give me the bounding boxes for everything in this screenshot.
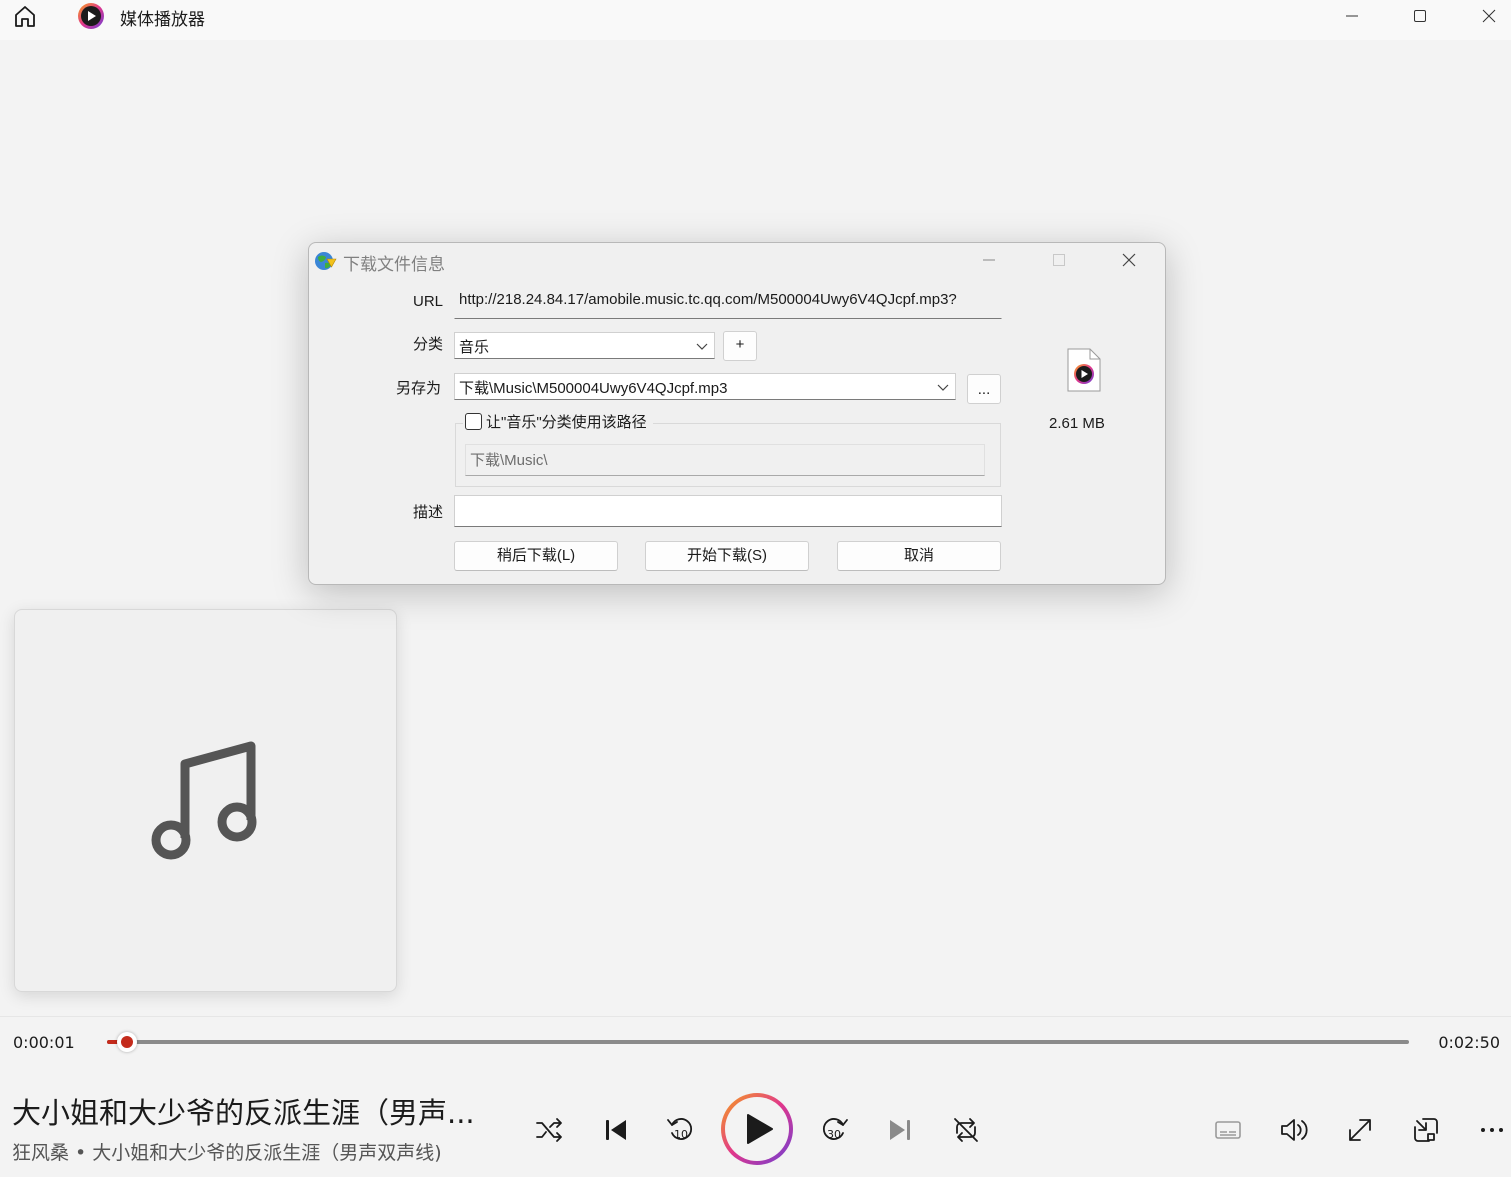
rewind-10-button[interactable]: 10 (664, 1112, 698, 1146)
use-category-path-label: 让"音乐"分类使用该路径 (486, 414, 647, 431)
url-field[interactable]: http://218.24.84.17/amobile.music.tc.qq.… (454, 287, 1002, 319)
play-icon (721, 1093, 793, 1165)
minimize-icon (983, 259, 995, 261)
dialog-close-button[interactable] (1109, 247, 1149, 273)
category-label: 分类 (412, 336, 443, 353)
save-as-path-value: 下载\Music\M500004Uwy6V4QJcpf.mp3 (459, 380, 728, 397)
captions-icon (1215, 1121, 1241, 1139)
media-file-icon (1066, 347, 1102, 393)
minimize-icon (1346, 15, 1358, 17)
forward-30-button[interactable]: 30 (817, 1112, 851, 1146)
dialog-titlebar: 下载文件信息 (309, 243, 1165, 277)
current-time: 0:00:01 (13, 1033, 75, 1052)
use-category-path-checkbox-row[interactable]: 让"音乐"分类使用该路径 (463, 411, 653, 432)
shuffle-icon (536, 1118, 562, 1142)
volume-icon (1281, 1119, 1308, 1141)
music-note-icon (151, 741, 257, 860)
category-select-value: 音乐 (459, 339, 490, 356)
captions-button (1212, 1114, 1244, 1146)
app-title: 媒体播放器 (120, 10, 205, 30)
maximize-button[interactable] (1397, 0, 1443, 32)
svg-text:30: 30 (827, 1128, 841, 1141)
dialog-maximize-button (1039, 247, 1079, 273)
repeat-button[interactable] (949, 1113, 983, 1147)
close-icon (1482, 9, 1496, 23)
download-later-button[interactable]: 稍后下载(L) (454, 541, 618, 571)
svg-text:10: 10 (674, 1128, 688, 1141)
next-button[interactable] (884, 1114, 916, 1146)
mini-player-icon (1414, 1118, 1438, 1142)
download-manager-globe-icon (313, 249, 337, 273)
song-artist-album: 狂风桑 • 大小姐和大少爷的反派生涯（男声双声线) (12, 1142, 442, 1164)
url-label: URL (412, 293, 443, 310)
save-as-path-select[interactable]: 下载\Music\M500004Uwy6V4QJcpf.mp3 (454, 373, 956, 400)
category-select[interactable]: 音乐 (454, 332, 715, 359)
media-player-logo-icon (77, 2, 105, 30)
dialog-title: 下载文件信息 (343, 255, 445, 274)
seek-bar-thumb[interactable] (117, 1032, 137, 1052)
album-art (14, 609, 397, 992)
previous-button[interactable] (600, 1114, 632, 1146)
more-icon (1481, 1128, 1503, 1132)
previous-icon (606, 1120, 626, 1140)
chevron-down-icon (696, 343, 708, 350)
maximize-icon (1053, 254, 1065, 266)
rewind-10-icon: 10 (667, 1118, 692, 1141)
play-button[interactable] (719, 1091, 795, 1167)
description-label: 描述 (412, 504, 443, 521)
song-title: 大小姐和大少爷的反派生涯（男声... (12, 1096, 475, 1130)
add-category-button[interactable]: + (723, 331, 757, 361)
mini-player-button[interactable] (1410, 1114, 1442, 1146)
description-field[interactable] (454, 495, 1002, 527)
browse-button[interactable]: ... (967, 374, 1001, 404)
fullscreen-button[interactable] (1344, 1114, 1376, 1146)
save-as-label: 另存为 (395, 380, 441, 397)
total-time: 0:02:50 (1438, 1033, 1500, 1052)
forward-30-icon: 30 (823, 1118, 848, 1141)
start-download-button[interactable]: 开始下载(S) (645, 541, 809, 571)
use-category-path-checkbox[interactable] (465, 413, 482, 430)
file-size: 2.61 MB (1049, 415, 1105, 432)
app-titlebar: 媒体播放器 (0, 0, 1511, 40)
cancel-button[interactable]: 取消 (837, 541, 1001, 571)
dialog-minimize-button[interactable] (969, 247, 1009, 273)
seek-bar[interactable] (107, 1040, 1409, 1044)
shuffle-button[interactable] (533, 1114, 565, 1146)
close-icon (1122, 253, 1136, 267)
volume-button[interactable] (1277, 1113, 1311, 1147)
category-path-field: 下载\Music\ (465, 444, 985, 476)
close-button[interactable] (1466, 0, 1511, 32)
next-icon (890, 1120, 910, 1140)
repeat-off-icon (954, 1118, 978, 1142)
fullscreen-icon (1349, 1119, 1371, 1141)
minimize-button[interactable] (1329, 0, 1375, 32)
download-file-info-dialog: 下载文件信息 URL http://218.24.84.17/amobile.m… (308, 242, 1166, 585)
chevron-down-icon (937, 384, 949, 391)
maximize-icon (1414, 10, 1426, 22)
home-icon[interactable] (12, 3, 38, 29)
more-options-button[interactable] (1476, 1114, 1508, 1146)
